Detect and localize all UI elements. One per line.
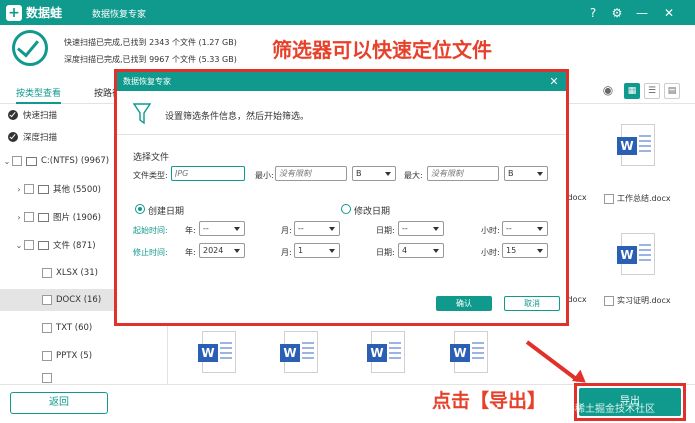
app-logo: + 数据蛙 bbox=[6, 4, 76, 21]
image-folder-icon bbox=[38, 212, 49, 222]
drive-icon bbox=[26, 156, 37, 166]
chevron-right-icon[interactable]: › bbox=[14, 185, 24, 194]
modified-date-radio[interactable] bbox=[341, 204, 351, 214]
logo-icon: + bbox=[6, 4, 22, 21]
section-title: 选择文件 bbox=[133, 153, 170, 163]
checkbox[interactable] bbox=[42, 268, 52, 278]
max-size-input[interactable] bbox=[427, 166, 499, 181]
checkbox[interactable] bbox=[24, 240, 34, 250]
document-folder-icon bbox=[38, 240, 49, 250]
word-file-icon: W bbox=[617, 124, 655, 166]
checkbox[interactable] bbox=[42, 323, 52, 333]
max-size-label: 最大: bbox=[404, 171, 423, 180]
checkbox[interactable] bbox=[12, 156, 22, 166]
filter-annotation: 筛选器可以快速定位文件 bbox=[272, 38, 492, 62]
word-file-icon: W bbox=[280, 331, 318, 373]
help-icon[interactable]: ? bbox=[584, 4, 602, 22]
funnel-icon bbox=[133, 103, 151, 125]
end-day-select[interactable]: 4 bbox=[398, 243, 444, 258]
back-button[interactable]: 返回 bbox=[10, 392, 108, 414]
chevron-down-icon[interactable]: ⌄ bbox=[14, 241, 24, 250]
dialog-hint: 设置筛选条件信息，然后开始筛选。 bbox=[165, 112, 310, 122]
word-file-icon: W bbox=[450, 331, 488, 373]
start-month-select[interactable]: -- bbox=[294, 221, 340, 236]
end-month-select[interactable]: 1 bbox=[294, 243, 340, 258]
chevron-right-icon[interactable]: › bbox=[14, 213, 24, 222]
tree-item-pptx[interactable]: PPTX (5) bbox=[0, 345, 168, 367]
folder-icon bbox=[38, 184, 49, 194]
min-unit-select[interactable]: B bbox=[352, 166, 396, 181]
chevron-down-icon[interactable]: ⌄ bbox=[2, 157, 12, 166]
end-year-select[interactable]: 2024 bbox=[199, 243, 245, 258]
start-time-label: 起始时间: bbox=[133, 226, 168, 235]
filter-dialog bbox=[114, 69, 569, 326]
dialog-close-icon[interactable]: ✕ bbox=[545, 72, 563, 91]
dialog-title-bar: 数据恢复专家 bbox=[117, 72, 566, 91]
end-hour-select[interactable]: 15 bbox=[502, 243, 548, 258]
min-size-label: 最小: bbox=[255, 171, 274, 180]
preview-eye-icon[interactable]: ◉ bbox=[600, 83, 616, 99]
checkbox[interactable] bbox=[42, 295, 52, 305]
app-title: 数据恢复专家 bbox=[92, 10, 147, 20]
file-type-label: 文件类型: bbox=[133, 171, 168, 180]
checked-icon bbox=[8, 110, 18, 120]
year-label: 年: bbox=[185, 226, 196, 235]
gear-icon[interactable]: ⚙ bbox=[608, 4, 626, 22]
hour-label: 小时: bbox=[481, 248, 500, 257]
file-card[interactable]: W bbox=[610, 124, 666, 194]
cancel-button[interactable]: 取消 bbox=[504, 296, 560, 311]
checkbox[interactable] bbox=[24, 212, 34, 222]
file-name[interactable]: 实习证明.docx bbox=[604, 295, 671, 306]
file-name[interactable]: 工作总结.docx bbox=[604, 193, 671, 204]
day-label: 日期: bbox=[376, 248, 395, 257]
file-card[interactable]: W bbox=[610, 233, 666, 303]
watermark: @稀土掘金技术社区 bbox=[565, 404, 655, 415]
checked-icon bbox=[8, 132, 18, 142]
start-hour-select[interactable]: -- bbox=[502, 221, 548, 236]
quick-scan-status: 快速扫描已完成,已找到 2343 个文件 (1.27 GB) bbox=[64, 38, 237, 47]
start-year-select[interactable]: -- bbox=[199, 221, 245, 236]
start-day-select[interactable]: -- bbox=[398, 221, 444, 236]
word-file-icon: W bbox=[617, 233, 655, 275]
grid-view-icon[interactable]: ▦ bbox=[624, 83, 640, 99]
dialog-divider bbox=[117, 134, 566, 135]
tree-item-partial[interactable] bbox=[0, 372, 168, 384]
word-file-icon: W bbox=[198, 331, 236, 373]
month-label: 月: bbox=[281, 248, 292, 257]
deep-scan-status: 深度扫描已完成,已找到 9967 个文件 (5.33 GB) bbox=[64, 55, 237, 64]
file-type-input[interactable] bbox=[171, 166, 245, 181]
checkbox[interactable] bbox=[42, 351, 52, 361]
checkbox[interactable] bbox=[24, 184, 34, 194]
grid-column-edge bbox=[568, 112, 590, 202]
export-annotation: 点击【导出】 bbox=[432, 390, 547, 412]
end-time-label: 修止时间: bbox=[133, 248, 168, 257]
min-size-input[interactable] bbox=[275, 166, 347, 181]
tab-by-type[interactable]: 按类型查看 bbox=[16, 86, 62, 104]
list-view-icon[interactable]: ☰ bbox=[644, 83, 660, 99]
created-date-label: 创建日期 bbox=[148, 207, 185, 217]
logo-text: 数据蛙 bbox=[26, 6, 63, 20]
hour-label: 小时: bbox=[481, 226, 500, 235]
checkbox[interactable] bbox=[604, 193, 614, 204]
modified-date-label: 修改日期 bbox=[354, 207, 391, 217]
confirm-button[interactable]: 确认 bbox=[436, 296, 492, 311]
max-unit-select[interactable]: B bbox=[504, 166, 548, 181]
created-date-radio[interactable] bbox=[135, 204, 145, 214]
day-label: 日期: bbox=[376, 226, 395, 235]
month-label: 月: bbox=[281, 226, 292, 235]
checkbox[interactable] bbox=[604, 295, 614, 306]
checkbox[interactable] bbox=[42, 373, 52, 383]
minimize-icon[interactable]: — bbox=[633, 4, 651, 22]
close-icon[interactable]: ✕ bbox=[660, 4, 678, 22]
detail-view-icon[interactable]: ▤ bbox=[664, 83, 680, 99]
year-label: 年: bbox=[185, 248, 196, 257]
word-file-icon: W bbox=[367, 331, 405, 373]
